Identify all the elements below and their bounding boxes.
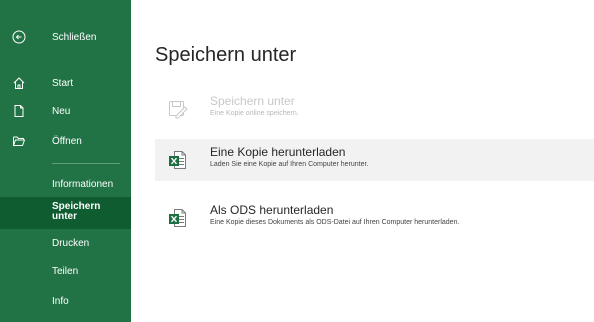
sidebar-divider [52, 163, 120, 164]
close-button[interactable]: Schließen [0, 26, 131, 48]
new-document-icon [11, 103, 27, 119]
sidebar-item-teilen[interactable]: Teilen [52, 266, 131, 277]
sidebar-item-info[interactable]: Info [52, 296, 131, 307]
sidebar-item-label: Öffnen [52, 135, 82, 147]
open-folder-icon [11, 133, 27, 149]
back-arrow-icon [11, 29, 27, 45]
option-title: Eine Kopie herunterladen [210, 145, 346, 159]
excel-file-icon [167, 149, 187, 169]
backstage-sidebar: Schließen Start Neu Öffnen Informationen… [0, 0, 131, 322]
page-title: Speichern unter [155, 44, 297, 66]
option-description: Eine Kopie dieses Dokuments als ODS-Date… [210, 219, 460, 226]
option-title: Als ODS herunterladen [210, 203, 334, 217]
excel-file-icon [167, 207, 187, 227]
sidebar-item-label: Neu [52, 105, 71, 117]
sidebar-item-speichern-unter[interactable]: Speichern unter [0, 197, 131, 229]
save-as-option: Speichern unter Eine Kopie online speich… [155, 88, 594, 130]
option-title: Speichern unter [210, 94, 295, 108]
sidebar-item-label: Start [52, 77, 74, 89]
option-description: Eine Kopie online speichern. [210, 110, 299, 117]
save-as-icon [167, 98, 188, 119]
sidebar-item-new[interactable]: Neu [0, 100, 131, 122]
home-icon [11, 75, 27, 91]
sidebar-item-drucken[interactable]: Drucken [52, 238, 131, 249]
sidebar-item-open[interactable]: Öffnen [0, 130, 131, 152]
sidebar-item-label: Speichern unter [52, 201, 101, 222]
download-copy-option[interactable]: Eine Kopie herunterladen Laden Sie eine … [155, 139, 594, 181]
sidebar-item-informationen[interactable]: Informationen [52, 179, 131, 190]
download-ods-option[interactable]: Als ODS herunterladen Eine Kopie dieses … [155, 197, 594, 239]
sidebar-item-start[interactable]: Start [0, 72, 131, 94]
option-description: Laden Sie eine Kopie auf Ihren Computer … [210, 161, 369, 168]
close-label: Schließen [52, 31, 97, 43]
